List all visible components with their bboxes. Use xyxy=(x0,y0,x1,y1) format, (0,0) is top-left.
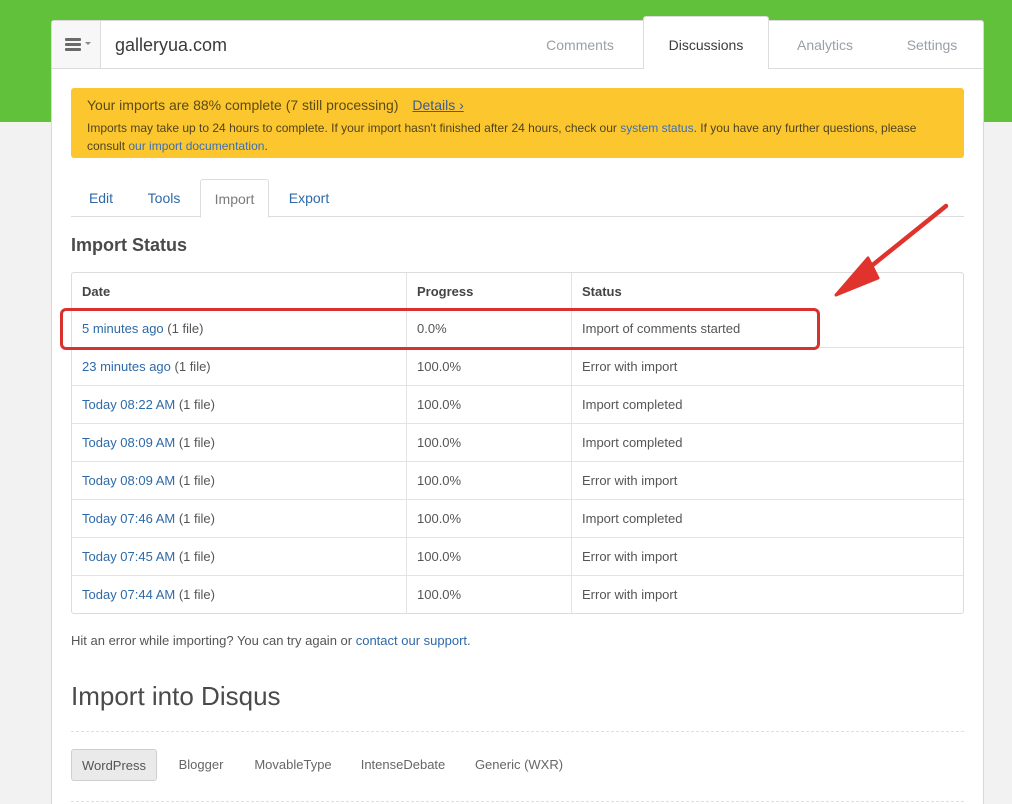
status-cell: Import of comments started xyxy=(582,321,741,336)
platform-intensedebate[interactable]: IntenseDebate xyxy=(351,749,455,781)
progress-cell: 100.0% xyxy=(407,576,572,613)
help-text-body: Hit an error while importing? You can tr… xyxy=(71,633,356,648)
import-date-link[interactable]: Today 07:46 AM xyxy=(82,511,175,526)
menu-button[interactable] xyxy=(52,21,101,68)
progress-cell: 100.0% xyxy=(407,500,572,537)
import-status-title: Import Status xyxy=(71,235,188,255)
main-tabs: Comments Discussions Analytics Settings xyxy=(517,16,983,69)
divider-bottom xyxy=(71,801,964,802)
file-count: (1 file) xyxy=(175,511,215,526)
table-row: Today 07:44 AM (1 file) 100.0% Error with … xyxy=(72,575,963,613)
alert-body: Imports may take up to 24 hours to compl… xyxy=(87,119,948,155)
date-cell: Today 08:09 AM (1 file) xyxy=(72,424,407,461)
platform-blogger[interactable]: Blogger xyxy=(167,749,235,781)
platform-wordpress[interactable]: WordPress xyxy=(71,749,157,781)
column-header-date: Date xyxy=(72,273,407,310)
table-row: Today 07:46 AM (1 file) 100.0% Import comp… xyxy=(72,499,963,537)
import-date-link[interactable]: Today 08:09 AM xyxy=(82,435,175,450)
date-cell: Today 08:09 AM (1 file) xyxy=(72,462,407,499)
file-count: (1 file) xyxy=(175,587,215,602)
import-date-link[interactable]: Today 08:22 AM xyxy=(82,397,175,412)
alert-headline: Your imports are 88% complete (7 still p… xyxy=(87,97,948,113)
status-cell: Error with import xyxy=(582,359,678,374)
file-count: (1 file) xyxy=(175,549,215,564)
status-cell: Error with import xyxy=(582,587,678,602)
progress-cell: 100.0% xyxy=(407,462,572,499)
tab-analytics[interactable]: Analytics xyxy=(769,21,881,69)
import-date-link[interactable]: Today 07:45 AM xyxy=(82,549,175,564)
help-text-suffix: . xyxy=(467,633,471,648)
import-documentation-link[interactable]: our import documentation xyxy=(128,139,264,153)
system-status-link[interactable]: system status xyxy=(620,121,693,135)
subtab-tools[interactable]: Tools xyxy=(133,179,195,217)
tab-comments[interactable]: Comments xyxy=(517,21,643,69)
date-cell: Today 07:44 AM (1 file) xyxy=(72,576,407,613)
platform-movabletype[interactable]: MovableType xyxy=(245,749,341,781)
help-text: Hit an error while importing? You can tr… xyxy=(71,633,471,648)
alert-body-text: Imports may take up to 24 hours to compl… xyxy=(87,121,621,135)
file-count: (1 file) xyxy=(175,397,215,412)
date-cell: Today 07:45 AM (1 file) xyxy=(72,538,407,575)
import-date-link[interactable]: Today 08:09 AM xyxy=(82,473,175,488)
annotation-arrow-icon xyxy=(834,203,949,297)
table-row: Today 08:09 AM (1 file) 100.0% Error with … xyxy=(72,461,963,499)
date-cell: 23 minutes ago (1 file) xyxy=(72,348,407,385)
details-link[interactable]: Details › xyxy=(412,97,463,113)
import-into-title: Import into Disqus xyxy=(71,681,281,711)
caret-down-icon xyxy=(85,42,91,45)
progress-cell: 100.0% xyxy=(407,386,572,423)
status-cell: Error with import xyxy=(582,549,678,564)
status-cell: Import completed xyxy=(582,397,683,412)
column-header-progress: Progress xyxy=(407,273,572,310)
import-date-link[interactable]: 5 minutes ago xyxy=(82,321,164,336)
tab-settings[interactable]: Settings xyxy=(881,21,983,69)
import-progress-alert: Your imports are 88% complete (7 still p… xyxy=(71,88,964,158)
table-row: Today 07:45 AM (1 file) 100.0% Error with … xyxy=(72,537,963,575)
file-count: (1 file) xyxy=(175,435,215,450)
tab-discussions[interactable]: Discussions xyxy=(643,16,769,69)
import-status-table: Date Progress Status 5 minutes ago (1 fi… xyxy=(71,272,964,614)
table-row: Today 08:09 AM (1 file) 100.0% Import comp… xyxy=(72,423,963,461)
progress-cell: 0.0% xyxy=(407,310,572,347)
alert-body-end: . xyxy=(264,139,268,153)
subtab-edit[interactable]: Edit xyxy=(71,179,131,217)
contact-support-link[interactable]: contact our support xyxy=(356,633,467,648)
alert-headline-text: Your imports are 88% complete (7 still p… xyxy=(87,97,399,113)
subtab-export[interactable]: Export xyxy=(273,179,345,217)
file-count: (1 file) xyxy=(175,473,215,488)
date-cell: Today 08:22 AM (1 file) xyxy=(72,386,407,423)
import-date-link[interactable]: Today 07:44 AM xyxy=(82,587,175,602)
status-cell: Import completed xyxy=(582,511,683,526)
top-bar: galleryua.com Comments Discussions Analy… xyxy=(52,16,983,69)
status-cell: Error with import xyxy=(582,473,678,488)
progress-cell: 100.0% xyxy=(407,538,572,575)
table-row: Today 08:22 AM (1 file) 100.0% Import comp… xyxy=(72,385,963,423)
date-cell: 5 minutes ago (1 file) xyxy=(72,310,407,347)
import-date-link[interactable]: 23 minutes ago xyxy=(82,359,171,374)
main-panel: galleryua.com Comments Discussions Analy… xyxy=(51,16,984,804)
progress-cell: 100.0% xyxy=(407,348,572,385)
hamburger-icon xyxy=(65,38,81,51)
file-count: (1 file) xyxy=(170,359,211,374)
site-name: galleryua.com xyxy=(115,35,228,55)
platform-generic-wxr[interactable]: Generic (WXR) xyxy=(467,749,571,781)
status-cell: Import completed xyxy=(582,435,683,450)
subtab-import[interactable]: Import xyxy=(200,179,269,218)
file-count: (1 file) xyxy=(163,321,204,336)
table-row: 23 minutes ago (1 file) 100.0% Error with … xyxy=(72,347,963,385)
date-cell: Today 07:46 AM (1 file) xyxy=(72,500,407,537)
progress-cell: 100.0% xyxy=(407,424,572,461)
divider xyxy=(71,731,964,732)
table-row: 5 minutes ago (1 file) 0.0% Import of comm… xyxy=(72,310,963,347)
